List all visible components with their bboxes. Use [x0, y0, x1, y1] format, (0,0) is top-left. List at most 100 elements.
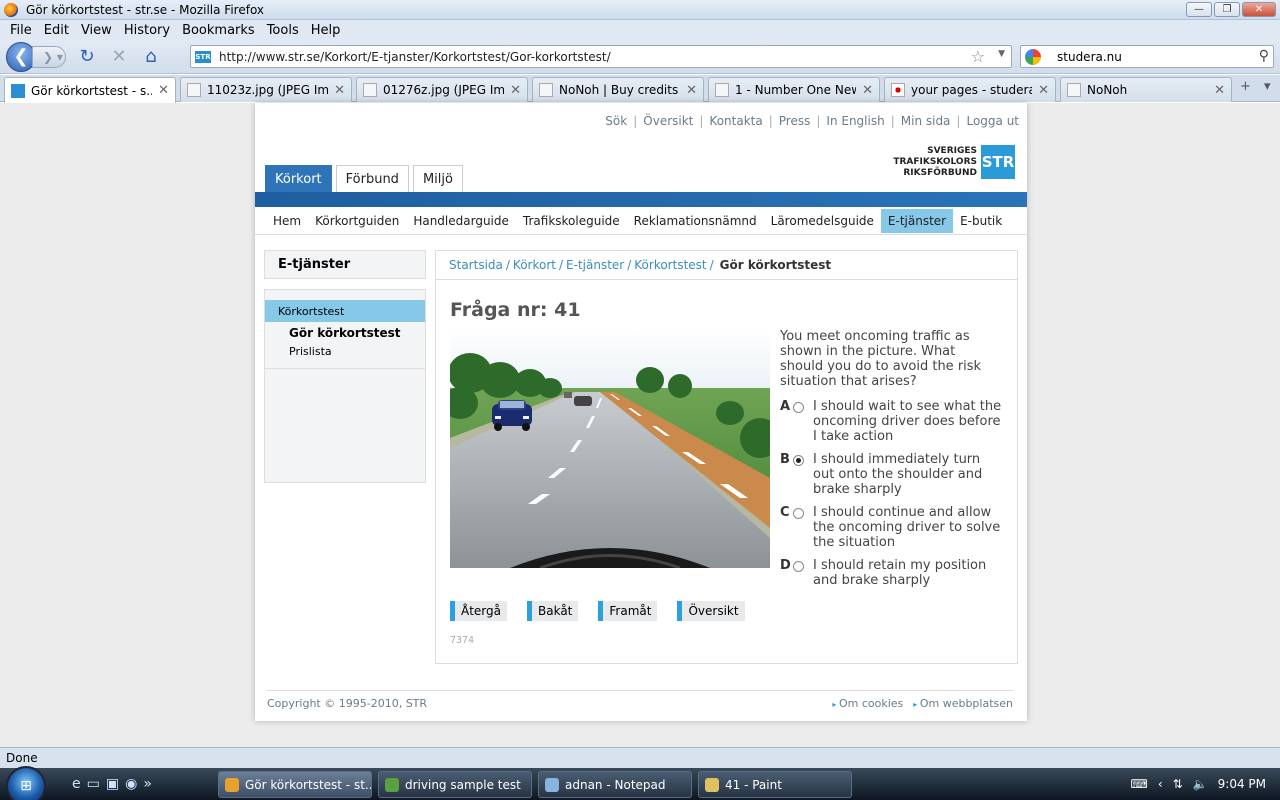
keyboard-icon[interactable]: ⌨: [1130, 777, 1147, 791]
restore-button[interactable]: ❐: [1214, 2, 1240, 17]
tab-gor-korkortstest[interactable]: Gör körkortstest - s... ✕: [4, 77, 176, 103]
stop-button[interactable]: ✕: [108, 46, 130, 68]
subnav-hem[interactable]: Hem: [266, 209, 308, 233]
atergaa-button[interactable]: Återgå: [450, 601, 507, 621]
menu-edit[interactable]: Edit: [38, 23, 75, 38]
toplink-press[interactable]: Press: [779, 114, 811, 128]
subnav-handledarguide[interactable]: Handledarguide: [406, 209, 516, 233]
sidebar-item-prislista[interactable]: Prislista: [265, 342, 425, 360]
search-icon[interactable]: ⚲: [1259, 48, 1269, 64]
tab-miljo[interactable]: Miljö: [412, 165, 463, 192]
subnav-korkortguiden[interactable]: Körkortguiden: [308, 209, 406, 233]
menu-tools[interactable]: Tools: [261, 23, 305, 38]
firefox-quicklaunch-icon[interactable]: ◉: [125, 776, 137, 792]
close-tab-icon[interactable]: ✕: [334, 83, 345, 98]
subnav-trafikskoleguide[interactable]: Trafikskoleguide: [516, 209, 627, 233]
breadcrumb-e-tjanster[interactable]: E-tjänster: [566, 258, 624, 272]
bookmark-star-icon[interactable]: ☆: [971, 47, 985, 66]
answer-option-d[interactable]: D I should retain my position and brake …: [780, 558, 1010, 588]
close-tab-icon[interactable]: ✕: [510, 83, 521, 98]
switch-windows-icon[interactable]: ▣: [106, 776, 119, 792]
volume-icon[interactable]: 🔈: [1193, 777, 1208, 791]
close-window-button[interactable]: ✕: [1242, 2, 1276, 17]
close-tab-icon[interactable]: ✕: [1038, 83, 1049, 98]
toplink-oversikt[interactable]: Översikt: [643, 114, 693, 128]
close-tab-icon[interactable]: ✕: [686, 83, 697, 98]
close-tab-icon[interactable]: ✕: [158, 83, 169, 98]
status-bar: Done: [0, 747, 1280, 768]
breadcrumb-startsida[interactable]: Startsida: [449, 258, 503, 272]
tab-label: NoNoh: [1087, 83, 1128, 97]
tab-01276z[interactable]: 01276z.jpg (JPEG Ima... ✕: [356, 77, 528, 102]
taskbar-item-paint[interactable]: 41 - Paint: [698, 771, 852, 798]
toplink-min-sida[interactable]: Min sida: [901, 114, 951, 128]
footer-link-om-cookies[interactable]: Om cookies: [832, 697, 903, 710]
google-icon[interactable]: [1025, 48, 1041, 65]
close-tab-icon[interactable]: ✕: [1214, 83, 1225, 98]
tab-nonoh-buy-credits[interactable]: NoNoh | Buy credits ... ✕: [532, 77, 704, 102]
oversikt-button[interactable]: Översikt: [677, 601, 745, 621]
option-radio[interactable]: [793, 561, 804, 572]
taskbar-item-notepad[interactable]: adnan - Notepad: [538, 771, 692, 798]
search-bar[interactable]: studera.nu ⚲: [1020, 45, 1274, 68]
new-tab-icon[interactable]: +: [1240, 79, 1251, 94]
clock[interactable]: 9:04 PM: [1218, 777, 1266, 791]
toplink-logga-ut[interactable]: Logga ut: [966, 114, 1019, 128]
sidebar-item-gor-korkortstest[interactable]: Gör körkortstest: [265, 324, 425, 342]
menu-file[interactable]: File: [4, 23, 38, 38]
breadcrumb-korkort[interactable]: Körkort: [513, 258, 556, 272]
option-text: I should immediately turn out onto the s…: [813, 452, 983, 497]
address-bar[interactable]: STR http://www.str.se/Korkort/E-tjanster…: [190, 45, 1012, 68]
close-tab-icon[interactable]: ✕: [862, 83, 873, 98]
search-input[interactable]: studera.nu: [1057, 50, 1122, 64]
option-radio-selected[interactable]: [793, 455, 804, 466]
framat-button[interactable]: Framåt: [598, 601, 658, 621]
reload-button[interactable]: ↻: [76, 46, 98, 68]
minimize-button[interactable]: —: [1186, 2, 1212, 17]
subnav-e-butik[interactable]: E-butik: [953, 209, 1009, 233]
str-logo[interactable]: SVERIGES TRAFIKSKOLORS RIKSFÖRBUND STR: [893, 145, 1015, 179]
question-code: 7374: [450, 635, 475, 646]
menu-bookmarks[interactable]: Bookmarks: [176, 23, 261, 38]
tray-expand-icon[interactable]: ‹: [1158, 777, 1163, 791]
network-icon[interactable]: ⇅: [1173, 777, 1183, 791]
tab-your-pages[interactable]: your pages - studera.... ✕: [884, 77, 1056, 102]
answer-option-a[interactable]: A I should wait to see what the oncoming…: [780, 399, 1010, 444]
toplink-kontakta[interactable]: Kontakta: [709, 114, 762, 128]
home-button[interactable]: ⌂: [140, 46, 162, 68]
start-button[interactable]: ⊞: [6, 766, 46, 800]
breadcrumb-korkortstest[interactable]: Körkortstest: [634, 258, 706, 272]
taskbar-item-firefox[interactable]: Gör körkortstest - st...: [218, 771, 372, 798]
ie-icon[interactable]: e: [72, 776, 81, 792]
forward-button[interactable]: ❯ ▾: [32, 45, 66, 68]
subnav-reklamationsnamnd[interactable]: Reklamationsnämnd: [627, 209, 764, 233]
show-desktop-icon[interactable]: ▭: [87, 776, 100, 792]
option-letter: C: [780, 505, 790, 520]
url-text[interactable]: http://www.str.se/Korkort/E-tjanster/Kor…: [219, 50, 611, 64]
answer-option-b[interactable]: B I should immediately turn out onto the…: [780, 452, 1010, 497]
tab-nonoh[interactable]: NoNoh ✕: [1060, 77, 1232, 102]
toplink-in-english[interactable]: In English: [826, 114, 884, 128]
sidebar-item-korkortstest[interactable]: Körkortstest: [265, 300, 425, 322]
tab-korkort[interactable]: Körkort: [265, 165, 332, 192]
option-radio[interactable]: [793, 402, 804, 413]
url-dropdown-icon[interactable]: ▼: [998, 49, 1005, 59]
taskbar-item-driving-sample-test[interactable]: driving sample test: [378, 771, 532, 798]
menu-help[interactable]: Help: [305, 23, 347, 38]
toplink-sok[interactable]: Sök: [605, 114, 627, 128]
menu-view[interactable]: View: [75, 23, 118, 38]
subnav-laromedelsguide[interactable]: Läromedelsguide: [764, 209, 881, 233]
subnav-e-tjanster[interactable]: E-tjänster: [880, 208, 954, 233]
tab-11023z[interactable]: 11023z.jpg (JPEG Ima... ✕: [180, 77, 352, 102]
tab-number-one-new[interactable]: 1 - Number One New... ✕: [708, 77, 880, 102]
footer-link-om-webbplatsen[interactable]: Om webbplatsen: [913, 697, 1013, 710]
option-text: I should retain my position and brake sh…: [813, 558, 987, 588]
question-navigation: Återgå Bakåt Framåt Översikt: [450, 601, 745, 621]
option-radio[interactable]: [793, 508, 804, 519]
tab-forbund[interactable]: Förbund: [335, 165, 409, 192]
answer-option-c[interactable]: C I should continue and allow the oncomi…: [780, 505, 1010, 550]
tab-list-icon[interactable]: ▾: [1264, 79, 1271, 94]
menu-history[interactable]: History: [118, 23, 176, 38]
more-icon[interactable]: »: [143, 776, 152, 792]
bakat-button[interactable]: Bakåt: [527, 601, 579, 621]
